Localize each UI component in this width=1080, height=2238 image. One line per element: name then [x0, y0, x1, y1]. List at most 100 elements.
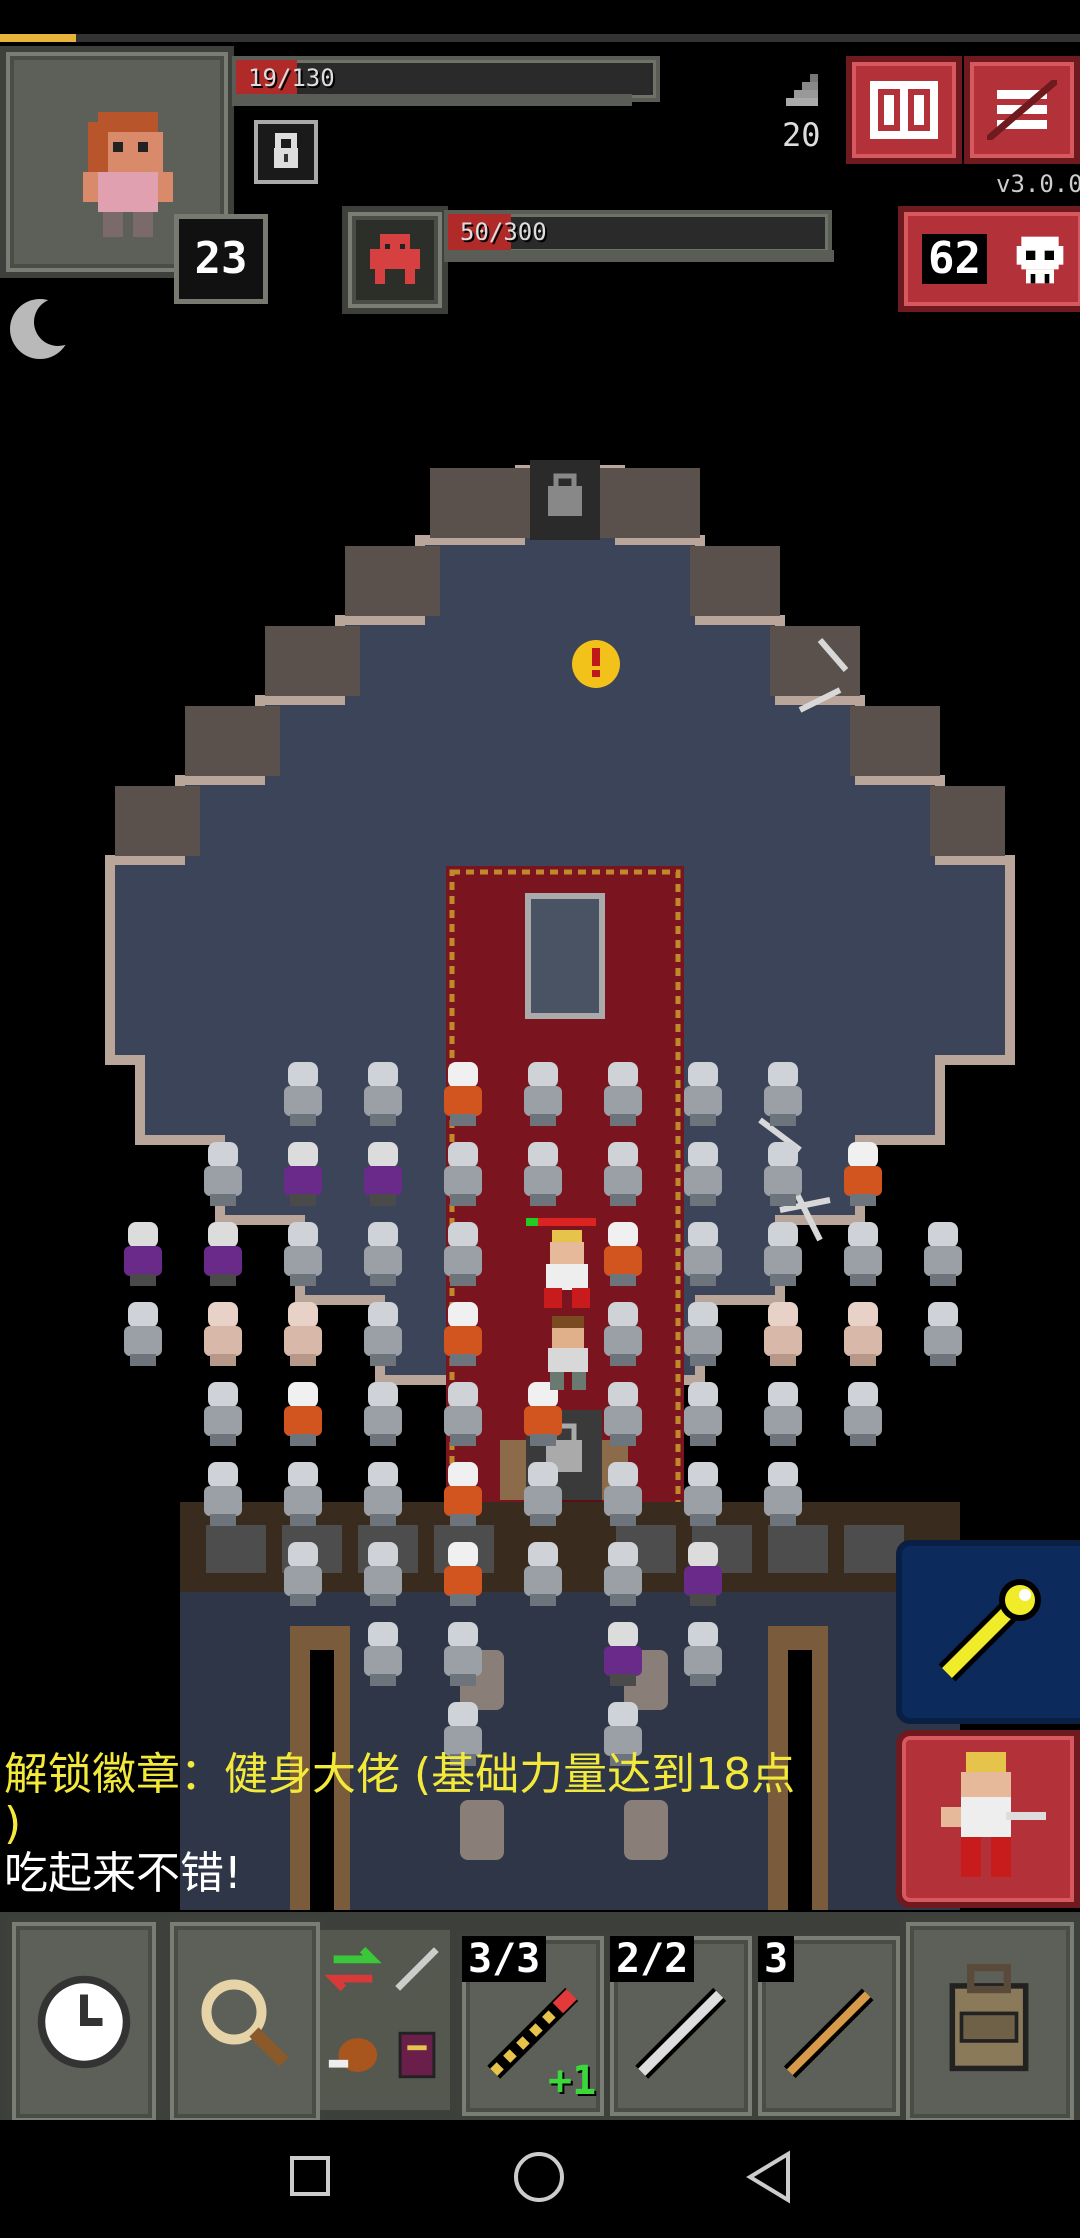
- enemy-sprite[interactable]: [596, 1540, 650, 1606]
- quickslot-stylus[interactable]: [388, 1940, 446, 2006]
- log-line-food: 吃起来不错!: [4, 1848, 242, 1899]
- attack-button[interactable]: [896, 1730, 1080, 1908]
- enemy-sprite[interactable]: [356, 1620, 410, 1686]
- swap-button[interactable]: [324, 1940, 382, 2006]
- system-nav-bar: [0, 2120, 1080, 2238]
- enemy-sprite[interactable]: [596, 1060, 650, 1126]
- enemy-sprite[interactable]: [116, 1300, 170, 1366]
- enemy-sprite[interactable]: [676, 1300, 730, 1366]
- enemy-sprite[interactable]: [436, 1620, 490, 1686]
- enemy-sprite[interactable]: [276, 1300, 330, 1366]
- enemy-sprite[interactable]: [436, 1380, 490, 1446]
- wait-button[interactable]: [6, 1916, 162, 2128]
- enemy-sprite[interactable]: [516, 1540, 570, 1606]
- enemy-sprite[interactable]: [596, 1620, 650, 1686]
- quickslot-spellbook[interactable]: [388, 2026, 446, 2092]
- quickslot-1-bonus: +1: [548, 2058, 597, 2104]
- enemy-sprite[interactable]: [916, 1300, 970, 1366]
- stairs-icon: [782, 74, 822, 110]
- enemy-sprite[interactable]: [276, 1140, 330, 1206]
- enemy-sprite[interactable]: [276, 1380, 330, 1446]
- enemy-sprite[interactable]: [676, 1140, 730, 1206]
- level-badge: 23: [174, 214, 268, 304]
- enemy-sprite[interactable]: [836, 1380, 890, 1446]
- enemy-sprite[interactable]: [756, 1380, 810, 1446]
- enemy-sprite[interactable]: [116, 1220, 170, 1286]
- back-button[interactable]: [744, 2150, 794, 2204]
- enemy-sprite[interactable]: [596, 1140, 650, 1206]
- log-line-badge-cont: ): [4, 1798, 22, 1849]
- search-button[interactable]: [164, 1916, 326, 2128]
- swap-icon: [324, 1946, 382, 1992]
- enemy-sprite[interactable]: [436, 1300, 490, 1366]
- moon-icon: [6, 296, 82, 362]
- magnifier-icon: [201, 1979, 289, 2067]
- enemy-sprite[interactable]: [756, 1460, 810, 1526]
- enemy-sprite[interactable]: [836, 1220, 890, 1286]
- enemy-sprite[interactable]: [356, 1140, 410, 1206]
- enemy-sprite[interactable]: [196, 1300, 250, 1366]
- journal-button[interactable]: [846, 56, 962, 164]
- enemy-sprite[interactable]: [596, 1380, 650, 1446]
- meat-icon: [328, 2038, 378, 2072]
- dwarf-king[interactable]: [526, 1218, 602, 1310]
- wand-quick-button[interactable]: [896, 1540, 1080, 1724]
- hp-bar-frame: [232, 94, 632, 106]
- quickslot-food[interactable]: [324, 2026, 382, 2092]
- enemy-sprite[interactable]: [276, 1220, 330, 1286]
- enemy-sprite[interactable]: [196, 1380, 250, 1446]
- enemy-sprite[interactable]: [436, 1460, 490, 1526]
- enemy-sprite[interactable]: [356, 1540, 410, 1606]
- target-portrait[interactable]: [342, 206, 448, 314]
- enemy-sprite[interactable]: [516, 1460, 570, 1526]
- enemy-sprite[interactable]: [356, 1220, 410, 1286]
- enemy-sprite[interactable]: [676, 1380, 730, 1446]
- enemy-sprite[interactable]: [836, 1140, 890, 1206]
- enemy-sprite[interactable]: [436, 1220, 490, 1286]
- enemy-sprite[interactable]: [916, 1220, 970, 1286]
- enemy-sprite[interactable]: [276, 1540, 330, 1606]
- exp-bar-fill: [0, 34, 76, 42]
- enemy-sprite[interactable]: [676, 1540, 730, 1606]
- enemy-sprite[interactable]: [676, 1620, 730, 1686]
- enemy-sprite[interactable]: [676, 1460, 730, 1526]
- enemy-sprite[interactable]: [276, 1460, 330, 1526]
- enemy-sprite[interactable]: [836, 1300, 890, 1366]
- enemy-sprite[interactable]: [676, 1060, 730, 1126]
- home-button[interactable]: [514, 2152, 564, 2202]
- enemy-sprite[interactable]: [356, 1380, 410, 1446]
- danger-indicator[interactable]: 62: [898, 206, 1080, 312]
- enemy-sprite[interactable]: [436, 1060, 490, 1126]
- menu-icon: [987, 80, 1057, 140]
- menu-button[interactable]: [964, 56, 1080, 164]
- enemy-sprite[interactable]: [516, 1060, 570, 1126]
- enemy-sprite[interactable]: [436, 1140, 490, 1206]
- hero-avatar: [83, 112, 173, 237]
- throne: [525, 893, 605, 1019]
- enemy-sprite[interactable]: [356, 1460, 410, 1526]
- hero[interactable]: [540, 1316, 596, 1392]
- enemy-sprite[interactable]: [436, 1540, 490, 1606]
- quickslot-1[interactable]: 3/3 +1: [456, 1930, 610, 2122]
- enemy-sprite[interactable]: [756, 1140, 810, 1206]
- enemy-sprite[interactable]: [516, 1140, 570, 1206]
- enemy-sprite[interactable]: [196, 1220, 250, 1286]
- enemy-sprite[interactable]: [756, 1300, 810, 1366]
- recents-button[interactable]: [290, 2156, 330, 2196]
- enemy-sprite[interactable]: [596, 1220, 650, 1286]
- game-log: 解锁徽章：健身大佬 (基础力量达到18点 ) 吃起来不错!: [4, 1748, 884, 1902]
- quickslot-3[interactable]: 3: [752, 1930, 906, 2122]
- quickslot-2[interactable]: 2/2: [604, 1930, 758, 2122]
- enemy-sprite[interactable]: [196, 1460, 250, 1526]
- enemy-sprite[interactable]: [756, 1060, 810, 1126]
- enemy-sprite[interactable]: [596, 1460, 650, 1526]
- enemy-sprite[interactable]: [676, 1220, 730, 1286]
- enemy-sprite[interactable]: [356, 1300, 410, 1366]
- skull-icon: [1016, 236, 1064, 284]
- enemy-sprite[interactable]: [276, 1060, 330, 1126]
- enemy-sprite[interactable]: [596, 1300, 650, 1366]
- enemy-sprite[interactable]: [756, 1220, 810, 1286]
- enemy-sprite[interactable]: [356, 1060, 410, 1126]
- backpack-button[interactable]: [900, 1916, 1080, 2128]
- enemy-sprite[interactable]: [196, 1140, 250, 1206]
